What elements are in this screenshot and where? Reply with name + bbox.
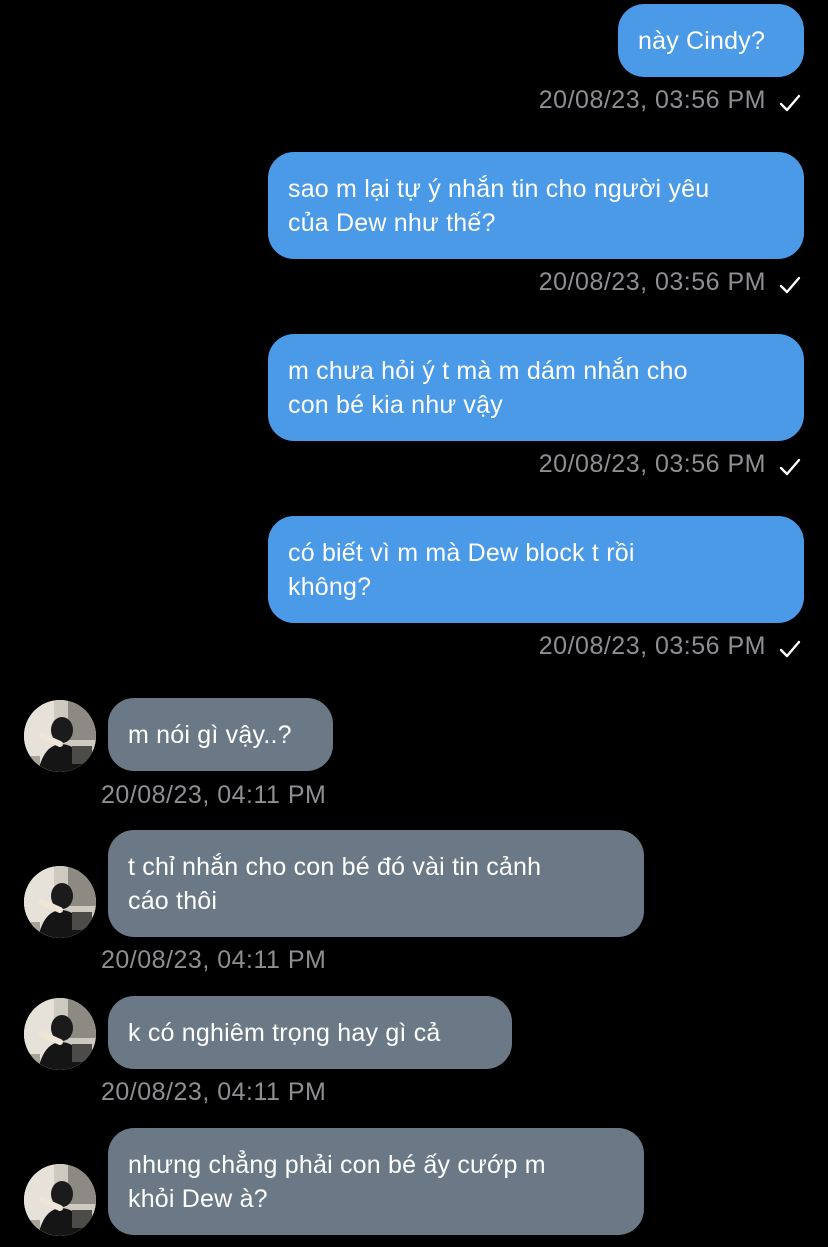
- incoming-message-bubble[interactable]: k có nghiêm trọng hay gì cả: [108, 996, 512, 1069]
- chat-thread[interactable]: này Cindy? 20/08/23, 03:56 PM sao m lại …: [0, 0, 828, 1247]
- avatar-image: [24, 998, 96, 1070]
- outgoing-message-bubble[interactable]: sao m lại tự ý nhắn tin cho người yêu củ…: [268, 152, 804, 259]
- checkmark-icon: [779, 94, 801, 112]
- message-timestamp: 20/08/23, 03:56 PM: [538, 86, 766, 114]
- message-timestamp: 20/08/23, 04:11 PM: [101, 781, 327, 809]
- message-text: t chỉ nhắn cho con bé đó vài tin cảnh cá…: [128, 853, 542, 915]
- message-text: có biết vì m mà Dew block t rồi không?: [288, 539, 635, 601]
- avatar-image: [24, 866, 96, 938]
- incoming-message-bubble[interactable]: m nói gì vậy..?: [108, 698, 333, 771]
- outgoing-message-bubble[interactable]: này Cindy?: [618, 4, 804, 77]
- message-text: sao m lại tự ý nhắn tin cho người yêu củ…: [288, 175, 710, 237]
- outgoing-message-bubble[interactable]: m chưa hỏi ý t mà m dám nhắn cho con bé …: [268, 334, 804, 441]
- message-text: m nói gì vậy..?: [128, 721, 292, 749]
- message-timestamp: 20/08/23, 04:11 PM: [101, 946, 327, 974]
- avatar-image: [24, 700, 96, 772]
- message-timestamp: 20/08/23, 03:56 PM: [538, 632, 766, 660]
- contact-avatar[interactable]: [24, 1164, 96, 1236]
- message-timestamp: 20/08/23, 03:56 PM: [538, 268, 766, 296]
- message-timestamp: 20/08/23, 03:56 PM: [538, 450, 766, 478]
- checkmark-icon: [779, 640, 801, 658]
- contact-avatar[interactable]: [24, 998, 96, 1070]
- outgoing-message-bubble[interactable]: có biết vì m mà Dew block t rồi không?: [268, 516, 804, 623]
- checkmark-icon: [779, 458, 801, 476]
- checkmark-icon: [779, 276, 801, 294]
- message-text: k có nghiêm trọng hay gì cả: [128, 1019, 441, 1047]
- contact-avatar[interactable]: [24, 866, 96, 938]
- message-text: này Cindy?: [638, 27, 766, 55]
- avatar-image: [24, 1164, 96, 1236]
- contact-avatar[interactable]: [24, 700, 96, 772]
- incoming-message-bubble[interactable]: nhưng chẳng phải con bé ấy cướp m khỏi D…: [108, 1128, 644, 1235]
- incoming-message-bubble[interactable]: t chỉ nhắn cho con bé đó vài tin cảnh cá…: [108, 830, 644, 937]
- message-text: m chưa hỏi ý t mà m dám nhắn cho con bé …: [288, 357, 688, 419]
- message-text: nhưng chẳng phải con bé ấy cướp m khỏi D…: [128, 1151, 546, 1213]
- message-timestamp: 20/08/23, 04:11 PM: [101, 1078, 327, 1106]
